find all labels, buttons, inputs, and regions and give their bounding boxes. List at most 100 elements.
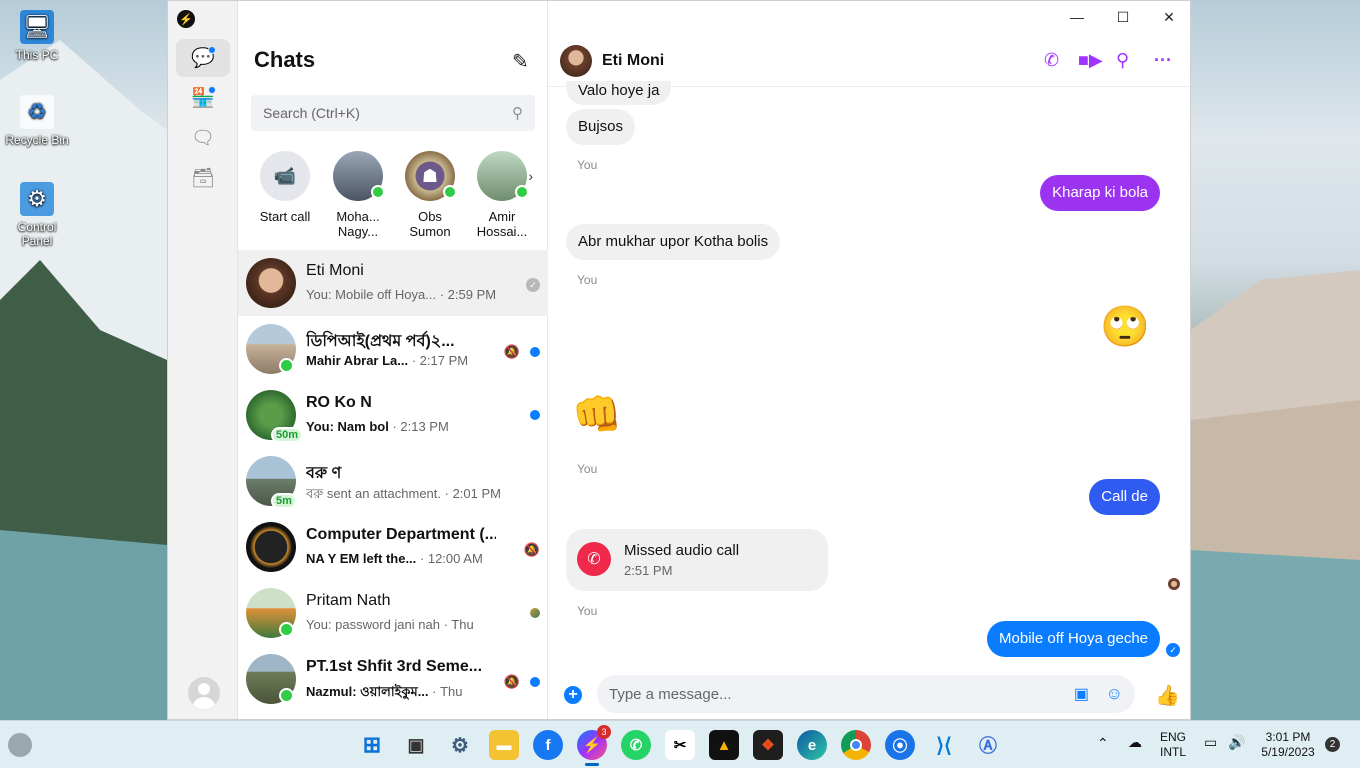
cloud-icon[interactable]: ☁ (1128, 735, 1142, 750)
chrome-icon[interactable] (841, 730, 871, 760)
weather-widget-icon[interactable] (8, 733, 32, 757)
desktop-icon-this-pc[interactable]: 🖥 This PC (4, 10, 70, 62)
app-store-icon[interactable]: Ⓐ (973, 730, 1003, 760)
show-hidden-icons[interactable]: ⌃ (1097, 736, 1109, 751)
rail-item-requests[interactable]: 🗨 (176, 119, 230, 157)
chat-list-pane: Chats ✎ ⚲ 📹 Start call Moha... Nagy... ☗… (238, 1, 548, 719)
clock[interactable]: 3:01 PM 5/19/2023 (1259, 730, 1317, 760)
start-icon[interactable]: ⊞ (357, 730, 387, 760)
message-bubble[interactable]: Valo hoye ja (566, 81, 672, 105)
message-bubble[interactable]: Kharap ki bola (1040, 175, 1160, 211)
chat-item[interactable]: 50m RO Ko N You: Nam bol · 2:13 PM (238, 382, 548, 448)
sender-label: You (577, 462, 598, 476)
avatar (246, 522, 296, 572)
unread-dot (208, 46, 216, 54)
message-composer: + ▣ ☺ 👍 (548, 673, 1190, 717)
edge-icon[interactable]: e (797, 730, 827, 760)
vscode-icon[interactable]: ⟩⟨ (929, 730, 959, 760)
chat-item[interactable]: PT.1st Shfit 3rd Seme... Nazmul: ওয়ালাই… (238, 646, 548, 712)
chat-name: PT.1st Shfit 3rd Seme... (306, 658, 483, 675)
new-message-icon[interactable]: ✎ (512, 49, 529, 74)
call-title: Missed audio call (624, 542, 740, 559)
active-contact[interactable]: › Amir Hossai... (467, 149, 537, 239)
story-label: Amir Hossai... (476, 209, 528, 239)
rail-item-archive[interactable]: 🗃 (176, 159, 230, 197)
video-icon[interactable]: ■▶ (1078, 50, 1103, 71)
sticker-icon[interactable]: ▣ (1074, 684, 1089, 704)
active-time-badge: 5m (271, 493, 297, 509)
close-button[interactable]: ✕ (1146, 1, 1190, 33)
story-label: Start call (259, 209, 311, 224)
figma-icon[interactable]: ❖ (753, 730, 783, 760)
message-input-box[interactable]: ▣ ☺ (597, 675, 1135, 713)
network-icon[interactable]: ▭ (1204, 735, 1217, 750)
capcut-icon[interactable]: ✂ (665, 730, 695, 760)
desktop-icon-recycle-bin[interactable]: ♻ Recycle Bin (4, 95, 70, 147)
chat-preview: You: Nam bol · 2:13 PM (306, 419, 449, 434)
lang-secondary: INTL (1160, 745, 1187, 759)
recycle-bin-icon: ♻ (20, 95, 54, 129)
contact-avatar[interactable] (560, 45, 592, 77)
facebook-icon[interactable]: f (533, 730, 563, 760)
chat-item[interactable]: ডিপিআই(প্রথম পর্ব)২... Mahir Abrar La...… (238, 316, 548, 382)
emoji-icon[interactable]: ☺ (1106, 684, 1123, 704)
message-bubble[interactable]: Bujsos (566, 109, 636, 145)
seen-check-icon: ✓ (526, 278, 540, 292)
message-bubble[interactable]: Call de (1089, 479, 1160, 515)
muted-icon: 🔕 (523, 542, 540, 557)
active-contact[interactable]: ☗ Obs Sumon (395, 149, 465, 239)
minimize-button[interactable]: — (1054, 1, 1100, 33)
search-icon[interactable]: ⚲ (1116, 50, 1129, 71)
emoji-message[interactable]: 🙄 (1100, 303, 1150, 351)
maps-icon[interactable]: ⦿ (885, 730, 915, 760)
rail-item-chats[interactable]: 💬 (176, 39, 230, 77)
task-view-icon[interactable]: ▣ (401, 730, 431, 760)
like-icon[interactable]: 👍 (1155, 683, 1180, 708)
whatsapp-icon[interactable]: ✆ (621, 730, 651, 760)
chevron-right-icon[interactable]: › (528, 169, 533, 184)
start-call-button[interactable]: 📹 Start call (250, 149, 320, 224)
chat-item[interactable]: Pritam Nath You: password jani nah · Thu (238, 580, 548, 646)
missed-call-bubble[interactable]: ✆ Missed audio call 2:51 PM (566, 529, 828, 591)
maximize-button[interactable]: ☐ (1100, 1, 1146, 33)
profile-avatar[interactable] (188, 677, 220, 709)
conversation-header: Eti Moni ✆ ■▶ ⚲ ··· (548, 37, 1190, 87)
phone-icon[interactable]: ✆ (1044, 50, 1059, 71)
lang-primary: ENG (1160, 730, 1187, 744)
notification-badge: 3 (597, 725, 611, 739)
chat-name: Computer Department (... (306, 526, 496, 543)
sender-label: You (577, 158, 598, 172)
message-input[interactable] (609, 685, 1059, 703)
desktop-icon-control-panel[interactable]: ⚙ Control Panel (4, 182, 70, 248)
chat-preview: Nazmul: ওয়ালাইকুম... · Thu (306, 684, 463, 699)
message-bubble[interactable]: Abr mukhar upor Kotha bolis (566, 224, 781, 260)
missed-call-icon: ✆ (577, 542, 611, 576)
chat-item[interactable]: Computer Department (... NA Y EM left th… (238, 514, 548, 580)
notification-count[interactable]: 2 (1325, 737, 1340, 752)
search-box[interactable]: ⚲ (251, 95, 535, 131)
desktop-icon-label: Recycle Bin (5, 133, 69, 147)
chat-name: RO Ko N (306, 394, 372, 411)
contact-name[interactable]: Eti Moni (602, 52, 664, 70)
add-attachment-icon[interactable]: + (564, 686, 582, 704)
file-explorer-icon[interactable]: ▬ (489, 730, 519, 760)
active-contact[interactable]: Moha... Nagy... (323, 149, 393, 239)
emoji-message[interactable]: 👊 (572, 391, 622, 439)
more-icon[interactable]: ··· (1154, 50, 1172, 71)
messenger-icon[interactable]: ⚡ 3 (577, 725, 611, 766)
avatar: ☗ (405, 151, 457, 201)
settings-icon[interactable]: ⚙ (445, 730, 475, 760)
avatar (333, 151, 385, 201)
chat-preview: বরু sent an attachment. · 2:01 PM (306, 486, 501, 501)
chat-item[interactable]: Eti Moni You: Mobile off Hoya... · 2:59 … (238, 250, 548, 316)
language-indicator[interactable]: ENG INTL (1160, 730, 1186, 760)
story-label: Obs Sumon (409, 209, 451, 239)
search-input[interactable] (263, 105, 483, 121)
message-bubble[interactable]: Mobile off Hoya geche (987, 621, 1160, 657)
chat-item[interactable]: 5m বরু ণ বরু sent an attachment. · 2:01 … (238, 448, 548, 514)
affinity-icon[interactable]: ▲ (709, 730, 739, 760)
online-indicator (443, 185, 457, 199)
muted-icon: 🔕 (503, 344, 520, 359)
volume-icon[interactable]: 🔊 (1228, 735, 1245, 750)
rail-item-marketplace[interactable]: 🏪 (176, 79, 230, 117)
